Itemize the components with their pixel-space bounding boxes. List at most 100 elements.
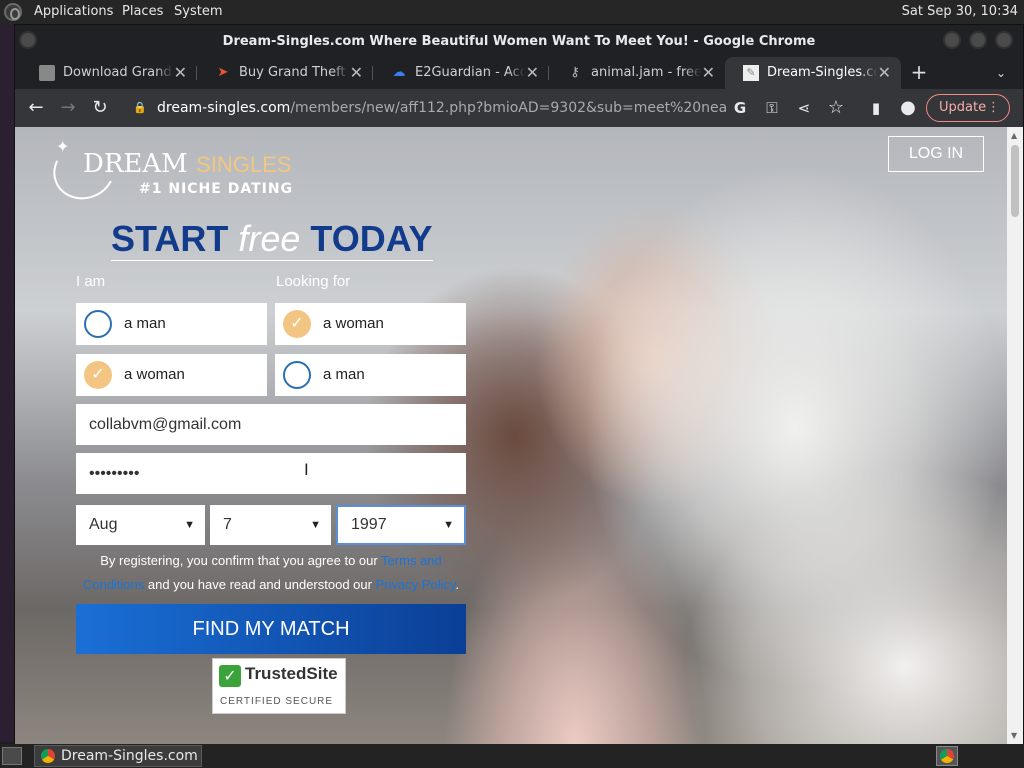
page-icon: ✎	[743, 65, 759, 81]
url-text: dream-singles.com/members/new/aff112.php…	[157, 100, 727, 116]
login-button[interactable]: LOG IN	[888, 136, 984, 172]
share-icon[interactable]: ⋖	[791, 95, 817, 121]
privacy-link[interactable]: Privacy Policy	[376, 577, 456, 592]
select-value: 7	[223, 516, 232, 533]
radio-checked-icon[interactable]: ✓	[84, 361, 112, 389]
birth-month-select[interactable]: Aug ▼	[76, 505, 205, 545]
profile-avatar-icon[interactable]: ●	[895, 95, 921, 121]
close-tab-icon[interactable]: ✕	[174, 57, 187, 89]
menu-applications[interactable]: Applications	[34, 4, 113, 19]
tab-buy-gta[interactable]: ➤ Buy Grand Theft Auto ✕	[197, 57, 373, 89]
dropdown-arrow-icon: ▼	[184, 519, 195, 531]
find-my-match-button[interactable]: FIND MY MATCH	[76, 604, 466, 654]
clock[interactable]: Sat Sep 30, 10:34	[902, 4, 1018, 19]
dream-singles-logo[interactable]: ✦ DREAM SINGLES #1 NICHE DATING	[45, 134, 292, 208]
looking-for-woman-option[interactable]: ✓ a woman	[275, 303, 466, 345]
trust-subtitle: CERTIFIED SECURE	[220, 696, 334, 707]
desktop-top-panel: Applications Places System Sat Sep 30, 1…	[0, 0, 1024, 24]
side-panel-icon[interactable]: ▮	[863, 95, 889, 121]
close-window-icon[interactable]	[995, 31, 1013, 49]
cloud-icon: ☁	[392, 65, 406, 80]
lock-icon: 🔒	[133, 101, 147, 114]
page-viewport: ✦ DREAM SINGLES #1 NICHE DATING LOG IN S…	[15, 127, 1007, 744]
menu-system[interactable]: System	[174, 4, 222, 19]
i-am-woman-option[interactable]: ✓ a woman	[76, 354, 267, 396]
show-desktop-icon[interactable]	[2, 747, 22, 765]
desktop-taskbar: Dream-Singles.com ...	[0, 744, 1024, 768]
new-tab-icon[interactable]: +	[907, 57, 931, 89]
select-value: Aug	[89, 516, 118, 533]
birth-year-select[interactable]: 1997 ▼	[336, 505, 466, 545]
i-am-label: I am	[76, 273, 106, 290]
terms-text: By registering, you confirm that you agr…	[82, 553, 460, 592]
option-label: a man	[124, 315, 166, 332]
dropdown-arrow-icon: ▼	[443, 519, 454, 531]
tab-download-gta[interactable]: Download Grand Theft Auto ✕	[21, 57, 197, 89]
close-tab-icon[interactable]: ✕	[702, 57, 715, 89]
minimize-icon[interactable]	[943, 31, 961, 49]
back-arrow-icon[interactable]: ←	[23, 95, 49, 121]
tab-search-chevron-icon[interactable]: ⌄	[989, 57, 1013, 89]
update-button[interactable]: Update ⋮	[926, 94, 1010, 122]
maximize-icon[interactable]	[969, 31, 987, 49]
more-menu-icon[interactable]: ⋮	[987, 95, 1000, 121]
looking-for-label: Looking for	[276, 273, 351, 290]
task-label: Dream-Singles.com ...	[61, 748, 202, 764]
page-scrollbar[interactable]: ▲ ▼	[1007, 127, 1023, 744]
logo-wordmark: DREAM SINGLES	[83, 149, 292, 179]
desktop-background	[0, 24, 14, 742]
page-headline: START free TODAY	[111, 218, 433, 261]
chrome-icon	[41, 749, 55, 763]
address-bar[interactable]: 🔒 dream-singles.com/members/new/aff112.p…	[127, 93, 727, 123]
scroll-up-arrow-icon[interactable]: ▲	[1011, 131, 1017, 140]
logo-tagline: #1 NICHE DATING	[139, 181, 294, 197]
i-am-man-option[interactable]: a man	[76, 303, 267, 345]
google-lens-icon[interactable]: G	[727, 95, 753, 121]
birth-day-select[interactable]: 7 ▼	[210, 505, 331, 545]
close-tab-icon[interactable]: ✕	[350, 57, 363, 89]
key-icon[interactable]: ⚿	[759, 95, 785, 121]
select-value: 1997	[351, 516, 387, 533]
option-label: a woman	[124, 366, 185, 383]
store-icon: ➤	[217, 65, 229, 80]
tab-title: E2Guardian - Access Denied	[415, 65, 525, 80]
close-tab-icon[interactable]: ✕	[526, 57, 539, 89]
password-field[interactable]: •••••••••	[76, 453, 466, 494]
update-label: Update	[939, 100, 987, 115]
logo-star-icon: ✦	[56, 137, 70, 156]
email-field[interactable]: collabvm@gmail.com	[76, 404, 466, 445]
dropdown-arrow-icon: ▼	[310, 519, 321, 531]
option-label: a man	[323, 366, 365, 383]
taskbar-chrome-window[interactable]: Dream-Singles.com ...	[34, 745, 202, 767]
close-tab-icon[interactable]: ✕	[878, 57, 891, 89]
bookmark-star-icon[interactable]: ☆	[823, 95, 849, 121]
tab-animal-jam[interactable]: ⚷ animal.jam - free animal ✕	[549, 57, 725, 89]
tab-title: animal.jam - free animal	[591, 65, 701, 80]
radio-unchecked-icon[interactable]	[84, 310, 112, 338]
looking-for-man-option[interactable]: a man	[275, 354, 466, 396]
window-menu-icon[interactable]	[19, 31, 37, 49]
trustedsite-badge[interactable]: ✓ TrustedSite CERTIFIED SECURE	[212, 658, 346, 714]
text-cursor-icon: I	[304, 460, 309, 479]
scroll-thumb[interactable]	[1011, 145, 1019, 217]
browser-toolbar: ← → ↻ 🔒 dream-singles.com/members/new/af…	[15, 89, 1023, 127]
tab-e2guardian[interactable]: ☁ E2Guardian - Access Denied ✕	[373, 57, 549, 89]
page-icon	[39, 65, 55, 81]
tab-title: Dream-Singles.com Where	[767, 65, 877, 80]
tab-strip: Download Grand Theft Auto ✕ ➤ Buy Grand …	[15, 57, 1023, 89]
checkmark-icon: ✓	[219, 665, 241, 687]
gnome-foot-icon[interactable]	[4, 3, 22, 21]
tray-chrome[interactable]	[936, 746, 958, 766]
scroll-down-arrow-icon[interactable]: ▼	[1011, 731, 1017, 740]
tab-title: Download Grand Theft Auto	[63, 65, 173, 80]
option-label: a woman	[323, 315, 384, 332]
menu-places[interactable]: Places	[122, 4, 163, 19]
radio-checked-icon[interactable]: ✓	[283, 310, 311, 338]
radio-unchecked-icon[interactable]	[283, 361, 311, 389]
window-titlebar[interactable]: Dream-Singles.com Where Beautiful Women …	[15, 25, 1023, 57]
tab-dream-singles[interactable]: ✎ Dream-Singles.com Where ✕	[725, 57, 901, 89]
browser-window: Dream-Singles.com Where Beautiful Women …	[14, 24, 1024, 744]
forward-arrow-icon[interactable]: →	[55, 95, 81, 121]
reload-icon[interactable]: ↻	[87, 95, 113, 121]
key-icon: ⚷	[570, 65, 580, 80]
